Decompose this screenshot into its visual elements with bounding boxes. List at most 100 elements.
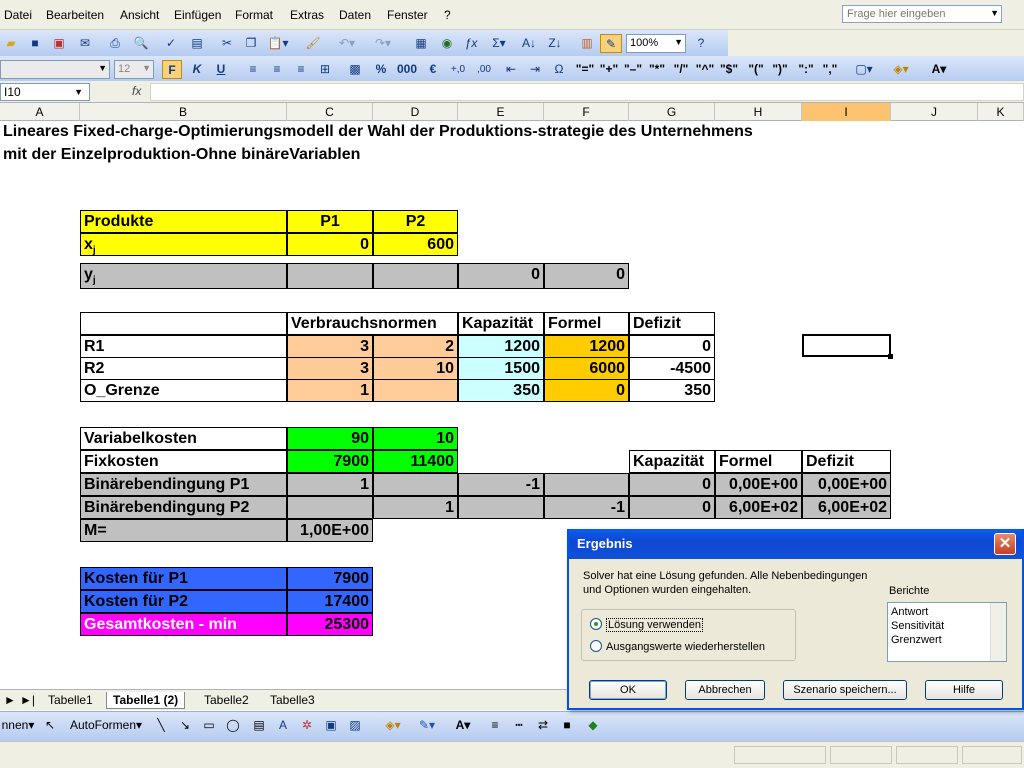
bin-formel-header[interactable]: Formel bbox=[715, 450, 802, 473]
dash-style-icon[interactable]: ┅ bbox=[510, 716, 528, 735]
save-icon[interactable]: ■ bbox=[26, 34, 44, 53]
op-minus-button[interactable]: "–" bbox=[622, 60, 644, 79]
sheet-tab-tabelle1-2[interactable]: Tabelle1 (2) bbox=[106, 692, 186, 709]
cancel-button[interactable]: Abbrechen bbox=[685, 680, 765, 700]
x1-value[interactable]: 0 bbox=[287, 233, 373, 256]
copy-icon[interactable]: ❐ bbox=[242, 34, 260, 53]
help-button[interactable]: Hilfe bbox=[925, 680, 1003, 700]
r1-kapazitaet[interactable]: 1200 bbox=[458, 335, 544, 358]
r2-formel[interactable]: 6000 bbox=[544, 357, 629, 380]
xj-label[interactable]: xj bbox=[80, 233, 287, 256]
function-icon[interactable]: ƒx bbox=[462, 34, 480, 53]
bin-kapazitaet-header[interactable]: Kapazität bbox=[629, 450, 715, 473]
bin1-c[interactable]: 1 bbox=[287, 473, 373, 496]
bin2-kapazitaet[interactable]: 0 bbox=[629, 496, 715, 519]
op-dollar-button[interactable]: "$" bbox=[718, 60, 740, 79]
op-colon-button[interactable]: ":" bbox=[796, 60, 816, 79]
decrease-indent-icon[interactable]: ⇤ bbox=[502, 60, 520, 79]
redo-icon[interactable]: ↷▾ bbox=[370, 34, 396, 53]
save-scenario-button[interactable]: Szenario speichern... bbox=[783, 680, 907, 700]
r2-defizit[interactable]: -4500 bbox=[629, 357, 715, 380]
option-keep-solution[interactable]: Lösung verwenden bbox=[590, 618, 703, 632]
chevron-down-icon[interactable]: ▼ bbox=[142, 63, 151, 73]
column-header-a[interactable]: A bbox=[0, 103, 80, 121]
kapazitaet-header[interactable]: Kapazität bbox=[458, 312, 544, 335]
bin1-f[interactable] bbox=[544, 473, 629, 496]
radio-unselected-icon[interactable] bbox=[590, 640, 602, 652]
op-comma-button[interactable]: "," bbox=[820, 60, 840, 79]
decrease-decimal-icon[interactable]: ,00 bbox=[474, 60, 494, 79]
sheet-tab-tabelle2[interactable]: Tabelle2 bbox=[198, 692, 255, 709]
x2-value[interactable]: 600 bbox=[373, 233, 458, 256]
formel-header[interactable]: Formel bbox=[544, 312, 629, 335]
underline-button[interactable]: U bbox=[212, 60, 230, 79]
product-p1-header[interactable]: P1 bbox=[287, 210, 373, 233]
chevron-down-icon[interactable]: ▼ bbox=[674, 37, 683, 47]
yj-label[interactable]: yj bbox=[80, 263, 287, 289]
sheet-tab-tabelle3[interactable]: Tabelle3 bbox=[264, 692, 321, 709]
r2-d[interactable]: 10 bbox=[373, 357, 458, 380]
yj-d-empty[interactable] bbox=[373, 263, 458, 289]
fill-color-icon[interactable]: ◈▾ bbox=[888, 60, 914, 79]
yj-c-empty[interactable] bbox=[287, 263, 373, 289]
reports-scrollbar[interactable] bbox=[990, 603, 1006, 661]
gesamtkosten-value[interactable]: 25300 bbox=[287, 613, 373, 636]
bold-button[interactable]: F bbox=[162, 60, 182, 79]
help-search-input[interactable]: Frage hier eingeben ▼ bbox=[842, 5, 1002, 23]
ogrenze-defizit[interactable]: 350 bbox=[629, 379, 715, 402]
formula-input[interactable] bbox=[150, 83, 1024, 101]
name-box[interactable]: I10 ▼ bbox=[0, 83, 90, 101]
clipart-icon[interactable]: ▣ bbox=[322, 716, 340, 735]
fixkosten-label[interactable]: Fixkosten bbox=[80, 450, 287, 473]
r2-label[interactable]: R2 bbox=[80, 357, 287, 380]
verbrauchsnormen-header[interactable]: Verbrauchsnormen bbox=[287, 312, 458, 335]
bin2-e[interactable] bbox=[458, 496, 544, 519]
column-header-i[interactable]: I bbox=[802, 103, 891, 121]
m-value[interactable]: 1,00E+00 bbox=[287, 519, 373, 542]
draw-menu-button[interactable]: nnen▾ bbox=[0, 716, 36, 735]
column-header-k[interactable]: K bbox=[978, 103, 1024, 121]
report-answer[interactable]: Antwort bbox=[891, 605, 1003, 619]
kosten-p2-label[interactable]: Kosten für P2 bbox=[80, 590, 287, 613]
op-close-paren-button[interactable]: ")" bbox=[770, 60, 790, 79]
cut-icon[interactable]: ✂ bbox=[218, 34, 236, 53]
defizit-header[interactable]: Defizit bbox=[629, 312, 715, 335]
column-header-e[interactable]: E bbox=[458, 103, 544, 121]
constraints-header-empty[interactable] bbox=[80, 312, 287, 335]
column-header-h[interactable]: H bbox=[715, 103, 802, 121]
m-label[interactable]: M= bbox=[80, 519, 287, 542]
menu-help[interactable]: ? bbox=[444, 8, 451, 22]
close-icon[interactable]: ✕ bbox=[994, 533, 1016, 555]
chevron-down-icon[interactable]: ▼ bbox=[74, 87, 83, 97]
column-header-b[interactable]: B bbox=[80, 103, 287, 121]
r2-kapazitaet[interactable]: 1500 bbox=[458, 357, 544, 380]
op-open-paren-button[interactable]: "(" bbox=[746, 60, 766, 79]
menu-fenster[interactable]: Fenster bbox=[387, 8, 428, 22]
menu-ansicht[interactable]: Ansicht bbox=[120, 8, 159, 22]
align-center-icon[interactable]: ≡ bbox=[268, 60, 286, 79]
line-color-icon[interactable]: ✎▾ bbox=[412, 716, 442, 735]
ogrenze-kapazitaet[interactable]: 350 bbox=[458, 379, 544, 402]
column-header-c[interactable]: C bbox=[287, 103, 373, 121]
print-icon[interactable]: ⎙ bbox=[106, 34, 124, 53]
op-plus-button[interactable]: "+" bbox=[598, 60, 620, 79]
open-icon[interactable]: ▰ bbox=[2, 34, 20, 53]
function-icon[interactable]: fx bbox=[132, 84, 141, 98]
diagram-icon[interactable]: ✲ bbox=[298, 716, 316, 735]
op-equals-button[interactable]: "=" bbox=[574, 60, 596, 79]
chart-wizard-icon[interactable]: ▥ bbox=[578, 34, 596, 53]
report-sensitivity[interactable]: Sensitivität bbox=[891, 619, 1003, 633]
fixkosten-p2[interactable]: 11400 bbox=[373, 450, 458, 473]
research-icon[interactable]: ▤ bbox=[188, 34, 206, 53]
format-painter-icon[interactable]: 🖌 bbox=[304, 34, 322, 53]
chevron-down-icon[interactable]: ▼ bbox=[990, 8, 999, 18]
paste-icon[interactable]: 📋▾ bbox=[266, 34, 290, 53]
thousands-button[interactable]: 000 bbox=[396, 60, 418, 79]
bin2-label[interactable]: Binärebendingung P2 bbox=[80, 496, 287, 519]
y1-value[interactable]: 0 bbox=[458, 263, 544, 289]
menu-extras[interactable]: Extras bbox=[290, 8, 324, 22]
bin2-d[interactable]: 1 bbox=[373, 496, 458, 519]
textbox-icon[interactable]: ▤ bbox=[250, 716, 268, 735]
menu-daten[interactable]: Daten bbox=[339, 8, 371, 22]
ogrenze-c[interactable]: 1 bbox=[287, 379, 373, 402]
